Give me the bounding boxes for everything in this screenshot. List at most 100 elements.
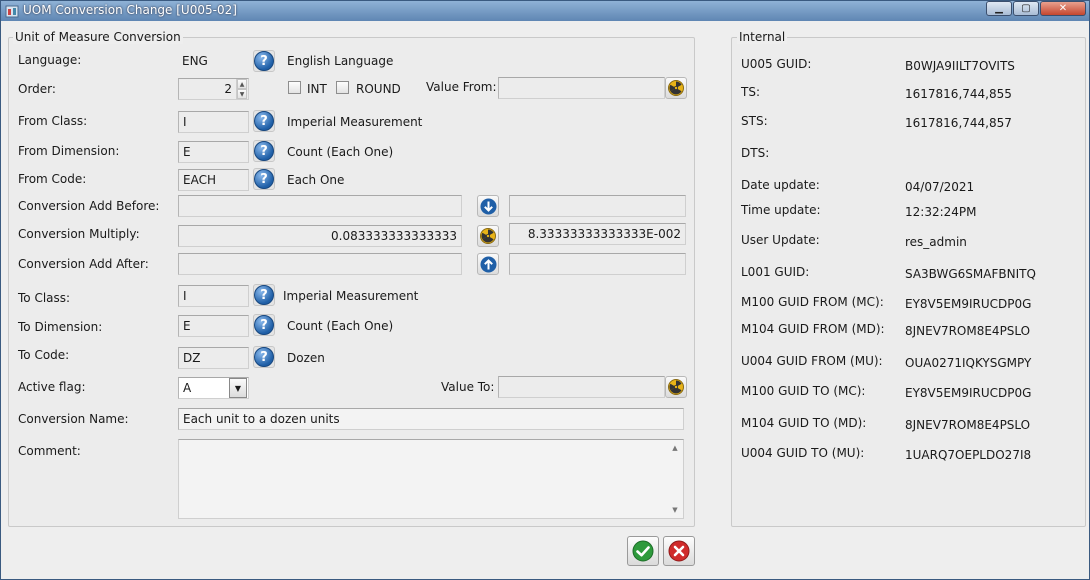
arrow-up-icon (480, 256, 496, 272)
comment-scrollbar[interactable]: ▲ ▼ (667, 440, 683, 518)
maximize-button[interactable]: ▢ (1013, 1, 1039, 16)
checkmark-icon (632, 540, 654, 562)
from-code-help-icon[interactable]: ? (254, 169, 274, 189)
close-window-button[interactable]: ✕ (1040, 1, 1086, 16)
value-from-label: Value From: (426, 80, 497, 94)
value-from-field[interactable] (498, 77, 665, 99)
conversion-add-after-result (509, 253, 686, 275)
to-class-field[interactable]: I (178, 285, 249, 307)
value-from-radiation-button[interactable] (665, 77, 687, 99)
to-dimension-field[interactable]: E (178, 315, 249, 337)
internal-row-label: STS: (741, 114, 768, 128)
int-checkbox[interactable] (288, 81, 301, 94)
internal-row-label: M100 GUID FROM (MC): (741, 295, 884, 309)
to-class-description: Imperial Measurement (283, 289, 419, 303)
comment-label: Comment: (18, 444, 81, 458)
language-value: ENG (182, 54, 208, 68)
conversion-multiply-label: Conversion Multiply: (18, 227, 140, 241)
internal-row-value: 12:32:24PM (905, 205, 977, 219)
multiply-radiation-button[interactable] (477, 225, 499, 247)
uom-conversion-window: UOM Conversion Change [U005-02] ▁ ▢ ✕ Un… (0, 0, 1090, 580)
radiation-icon (668, 80, 684, 96)
add-before-arrow-button[interactable] (477, 195, 499, 217)
uom-conversion-section-title: Unit of Measure Conversion (13, 30, 183, 44)
conversion-name-field[interactable]: Each unit to a dozen units (178, 408, 684, 430)
from-dimension-description: Count (Each One) (287, 145, 394, 159)
from-class-help-icon[interactable]: ? (254, 111, 274, 131)
from-dimension-label: From Dimension: (18, 144, 120, 158)
internal-row-label: L001 GUID: (741, 265, 810, 279)
radiation-icon (668, 379, 684, 395)
language-label: Language: (18, 53, 82, 67)
internal-row-label: TS: (741, 85, 760, 99)
round-checkbox-label: ROUND (356, 82, 401, 96)
internal-row-value: 8JNEV7ROM8E4PSLO (905, 418, 1031, 432)
conversion-name-label: Conversion Name: (18, 412, 129, 426)
ok-button[interactable] (627, 536, 659, 566)
internal-row-value: B0WJA9IILT7OVITS (905, 59, 1015, 73)
to-code-help-icon[interactable]: ? (254, 347, 274, 367)
cancel-x-icon (668, 540, 690, 562)
internal-row-label: M100 GUID TO (MC): (741, 384, 866, 398)
to-code-field[interactable]: DZ (178, 347, 249, 369)
from-dimension-help-icon[interactable]: ? (254, 141, 274, 161)
from-code-description: Each One (287, 173, 345, 187)
to-class-label: To Class: (18, 291, 71, 305)
value-to-field[interactable] (498, 376, 665, 398)
from-code-field[interactable]: EACH (178, 169, 249, 191)
language-help-icon[interactable]: ? (254, 51, 274, 71)
internal-row-value: 04/07/2021 (905, 180, 975, 194)
from-code-label: From Code: (18, 172, 87, 186)
internal-row-value: EY8V5EM9IRUCDP0G (905, 297, 1032, 311)
value-to-radiation-button[interactable] (665, 376, 687, 398)
internal-row-label: M104 GUID FROM (MD): (741, 322, 885, 336)
conversion-add-after-field[interactable] (178, 253, 462, 275)
scroll-down-icon[interactable]: ▼ (672, 506, 677, 514)
internal-row-label: M104 GUID TO (MD): (741, 416, 867, 430)
conversion-add-before-result (509, 195, 686, 217)
conversion-add-before-field[interactable] (178, 195, 462, 217)
comment-textarea[interactable]: ▲ ▼ (178, 439, 684, 519)
internal-row-label: User Update: (741, 233, 820, 247)
from-dimension-field[interactable]: E (178, 141, 249, 163)
language-description: English Language (287, 54, 394, 68)
spin-up-icon[interactable]: ▲ (237, 79, 247, 89)
radiation-icon (480, 228, 496, 244)
cancel-button[interactable] (663, 536, 695, 566)
internal-row-label: U004 GUID TO (MU): (741, 446, 865, 460)
from-class-field[interactable]: I (178, 111, 249, 133)
conversion-add-before-label: Conversion Add Before: (18, 199, 160, 213)
window-title: UOM Conversion Change [U005-02] (23, 3, 237, 17)
from-class-label: From Class: (18, 114, 88, 128)
active-flag-label: Active flag: (18, 380, 86, 394)
internal-row-value: EY8V5EM9IRUCDP0G (905, 386, 1032, 400)
conversion-multiply-field[interactable]: 0.083333333333333 (178, 225, 462, 247)
to-class-help-icon[interactable]: ? (254, 285, 274, 305)
add-after-arrow-button[interactable] (477, 253, 499, 275)
internal-row-label: U005 GUID: (741, 57, 812, 71)
chevron-down-icon[interactable]: ▼ (229, 378, 247, 398)
to-dimension-help-icon[interactable]: ? (254, 315, 274, 335)
conversion-add-after-label: Conversion Add After: (18, 257, 149, 271)
to-code-description: Dozen (287, 351, 325, 365)
order-spinner-arrows[interactable]: ▲ ▼ (236, 79, 247, 99)
scroll-up-icon[interactable]: ▲ (672, 444, 677, 452)
internal-row-value: res_admin (905, 235, 967, 249)
internal-row-label: DTS: (741, 146, 770, 160)
to-code-label: To Code: (18, 348, 70, 362)
from-class-description: Imperial Measurement (287, 115, 423, 129)
to-dimension-label: To Dimension: (18, 320, 103, 334)
value-to-label: Value To: (441, 380, 495, 394)
internal-row-value: 1UARQ7OEPLDO27I8 (905, 448, 1032, 462)
title-bar[interactable]: UOM Conversion Change [U005-02] ▁ ▢ ✕ (1, 1, 1089, 21)
internal-row-value: SA3BWG6SMAFBNITQ (905, 267, 1036, 281)
internal-row-value: 1617816,744,857 (905, 116, 1012, 130)
round-checkbox[interactable] (336, 81, 349, 94)
internal-row-label: U004 GUID FROM (MU): (741, 354, 883, 368)
internal-row-label: Date update: (741, 178, 820, 192)
internal-row-value: OUA0271IQKYSGMPY (905, 356, 1032, 370)
spin-down-icon[interactable]: ▼ (237, 89, 247, 99)
int-checkbox-label: INT (307, 82, 327, 96)
to-dimension-description: Count (Each One) (287, 319, 394, 333)
minimize-button[interactable]: ▁ (986, 1, 1012, 16)
